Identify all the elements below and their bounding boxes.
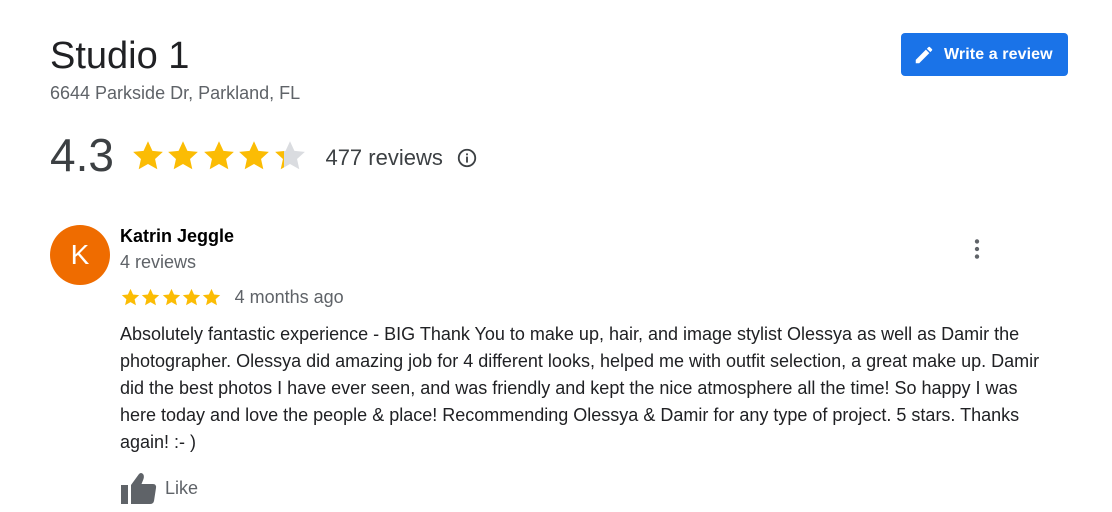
review-text: Absolutely fantastic experience - BIG Th… — [120, 324, 1040, 452]
avatar[interactable]: K — [50, 225, 110, 285]
average-rating: 4.3 — [50, 129, 114, 181]
place-title: Studio 1 — [50, 35, 190, 77]
write-review-label: Write a review — [944, 45, 1053, 63]
star-icon — [182, 288, 201, 305]
like-label: Like — [165, 477, 199, 498]
like-button[interactable]: Like — [120, 470, 198, 506]
write-review-button[interactable]: Write a review — [901, 33, 1068, 76]
place-address: 6644 Parkside Dr, Parkland, FL — [50, 83, 301, 103]
star-icon — [168, 141, 199, 170]
avatar-letter: K — [70, 239, 90, 270]
more-options-button[interactable] — [964, 236, 990, 262]
review-stars — [120, 287, 222, 308]
star-icon — [162, 288, 180, 305]
average-rating-stars — [130, 138, 308, 174]
review-count[interactable]: 477 reviews — [325, 145, 442, 171]
star-icon — [239, 141, 270, 170]
more-vert-icon — [974, 239, 980, 259]
star-icon — [121, 288, 140, 305]
star-icon — [203, 288, 221, 305]
thumbs-up-icon — [120, 471, 158, 505]
review-date: 4 months ago — [234, 286, 344, 307]
star-icon — [142, 288, 160, 305]
rating-summary: 4.3 477 reviews — [50, 128, 478, 182]
star-icon — [133, 141, 163, 170]
review-rating: 4 months ago — [120, 286, 344, 308]
reviewer-name[interactable]: Katrin Jeggle — [120, 226, 234, 247]
reviewer-review-count: 4 reviews — [120, 252, 197, 272]
pencil-icon — [913, 44, 935, 66]
info-icon[interactable] — [456, 147, 478, 169]
star-icon — [275, 141, 305, 170]
star-icon — [204, 141, 234, 170]
